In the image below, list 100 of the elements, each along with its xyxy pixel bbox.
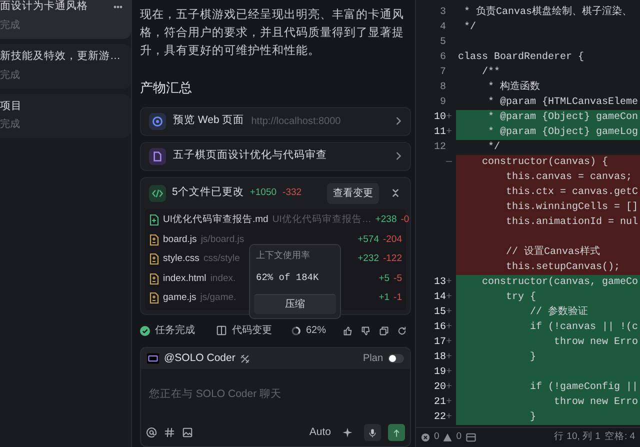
line-number: 20 [434,381,446,395]
context-ring-icon[interactable] [291,326,301,336]
document-title: 五子棋页面设计优化与代码审查 [173,148,327,164]
file-path: js/board.js [200,232,244,247]
file-name[interactable]: board.js [163,232,197,247]
mention-icon[interactable] [146,427,157,438]
message-input[interactable]: 您正在与 SOLO Coder 聊天 [140,369,411,421]
preview-card[interactable]: 预览 Web 页面 http://localhost:8000 [140,106,411,136]
preview-url: http://localhost:8000 [251,114,341,128]
chevron-icon [395,116,402,126]
line-number: 16 [434,321,446,335]
added-count: +5 [378,272,390,286]
thumbs-down-icon[interactable] [361,326,371,336]
image-icon[interactable] [182,427,193,438]
task-title: 面设计为卡通风格 [0,0,88,14]
removed-count: -0 [400,213,410,228]
line-number: 4 [440,21,446,35]
plan-label: Plan [362,352,383,366]
document-card[interactable]: 五子棋页面设计优化与代码审查 [140,142,411,170]
collapse-icon[interactable] [391,188,400,198]
file-name[interactable]: UI优化代码审查报告.md [163,213,268,228]
line-number: 21 [434,396,446,410]
code-diff-icon[interactable] [216,325,227,336]
line-number: 5 [440,36,446,50]
added-count: +574 [358,232,379,247]
line-number: 12 [434,141,446,155]
added-count: +1 [378,291,390,306]
line-number: 18 [434,351,446,365]
task-status: 完成 [0,68,21,82]
changes-title: 5个文件已更改 [172,185,244,200]
view-changes-button[interactable]: 查看变更 [327,182,379,204]
file-path: index. [210,272,236,286]
removed-count: -122 [382,252,402,266]
task-title: 项目 [0,98,22,114]
task-status: 完成 [0,18,21,33]
usage-text: 62% of 184K [256,270,320,284]
refresh-icon[interactable] [397,326,407,336]
code-line: */ [487,140,502,155]
file-name[interactable]: index.html [163,272,206,286]
removed-count: -204 [382,232,402,247]
code-line: * @param {HTMLCanvasEleme [487,96,640,110]
code-changes-link[interactable]: 代码变更 [232,323,272,338]
modified-file-icon [149,292,159,304]
diff-marker: + [446,291,453,305]
diff-marker: + [446,411,453,425]
agent-name: @SOLO Coder [164,350,236,366]
context-percent[interactable]: 62% [306,323,326,338]
task-item[interactable]: 面设计为卡通风格 完成 [0,0,131,39]
tools-icon[interactable] [240,354,250,364]
error-count[interactable]: 0 [434,430,440,445]
file-path: js/game. [200,291,236,306]
warning-icon[interactable] [443,433,452,442]
line-number: 6 [440,51,446,65]
indent-setting[interactable]: 空格: 4 [604,430,635,445]
error-icon[interactable] [421,433,430,442]
cursor-position[interactable]: 行 10, 列 1 [554,430,600,445]
diff-marker: + [446,396,453,410]
file-path: UI优化代码审查报告… [272,213,372,228]
modified-file-icon [149,272,159,285]
thumbs-up-icon[interactable] [343,326,353,336]
hash-icon[interactable] [164,427,175,438]
task-item[interactable]: 新技能及特效，更新游… 完成 [0,44,131,88]
diff-marker: + [446,126,453,140]
diff-marker: + [446,366,453,380]
diff-marker: + [446,321,453,335]
code-line: * 负责Canvas棋盘绘制、棋子渲染、 [463,5,634,20]
line-number: 10 [434,111,446,125]
more-icon[interactable] [113,4,123,9]
send-button[interactable] [388,424,405,441]
file-name[interactable]: style.css [163,252,200,266]
compress-button[interactable]: 压缩 [254,294,336,314]
line-number: 19 [434,366,446,380]
arrow-up-icon [392,428,401,438]
code-line: /** [481,66,502,80]
code-icon [149,184,166,202]
code-line: */ [463,20,478,35]
file-name[interactable]: game.js [163,291,196,306]
plan-toggle[interactable] [388,354,404,363]
panel-icon[interactable] [466,433,476,442]
new-file-icon [149,214,159,226]
modified-file-icon [149,234,159,246]
task-item[interactable]: 项目 完成 [0,94,131,138]
diff-marker: + [446,381,453,395]
warning-count[interactable]: 0 [456,430,462,445]
line-number: 13 [434,276,446,290]
code-line: * 构造函数 [487,80,542,95]
copy-icon[interactable] [379,326,389,336]
microphone-button[interactable] [364,424,381,441]
globe-icon [149,112,166,130]
popup-title: 上下文使用率 [256,249,311,262]
sparkle-icon[interactable] [342,427,353,438]
section-heading: 产物汇总 [140,79,193,97]
line-number: 3 [440,6,446,20]
check-circle-icon [140,326,150,336]
file-path: css/style [203,252,240,266]
document-icon [149,148,166,164]
removed-count: -1 [394,291,402,306]
diff-marker: + [446,111,453,125]
mode-selector[interactable]: Auto [309,424,331,440]
line-number: 15 [434,306,446,320]
